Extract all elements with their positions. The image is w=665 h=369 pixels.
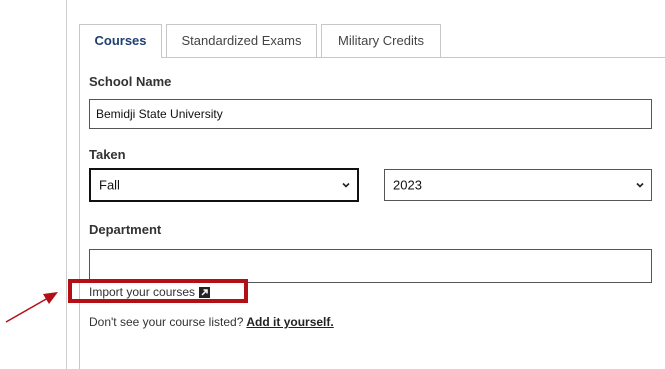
help-text: Don't see your course listed? Add it your…: [89, 315, 334, 329]
content-left-border: [79, 57, 80, 369]
tab-courses[interactable]: Courses: [79, 24, 162, 58]
school-name-input[interactable]: [89, 99, 652, 129]
import-courses-link[interactable]: Import your courses: [89, 285, 211, 299]
term-select-value: Fall: [99, 177, 120, 193]
tab-standardized-exams[interactable]: Standardized Exams: [166, 24, 317, 58]
school-name-label: School Name: [89, 74, 172, 89]
year-select-value: 2023: [393, 177, 422, 193]
department-input[interactable]: [89, 249, 652, 283]
tab-divider: [79, 57, 665, 58]
tab-strip: Courses Standardized Exams Military Cred…: [79, 24, 445, 58]
course-entry-page: Courses Standardized Exams Military Cred…: [0, 0, 665, 369]
chevron-down-icon: [636, 182, 644, 188]
tab-military-credits[interactable]: Military Credits: [321, 24, 441, 58]
active-tab-gap: [80, 57, 161, 58]
help-question: Don't see your course listed?: [89, 315, 244, 329]
department-label: Department: [89, 222, 162, 237]
taken-label: Taken: [89, 147, 126, 162]
import-courses-label: Import your courses: [89, 285, 196, 299]
external-link-icon: [199, 286, 211, 298]
add-it-yourself-link[interactable]: Add it yourself.: [246, 315, 333, 329]
panel-left-border: [66, 0, 67, 369]
year-select[interactable]: 2023: [384, 169, 652, 201]
term-select[interactable]: Fall: [89, 168, 359, 202]
chevron-down-icon: [342, 182, 350, 188]
